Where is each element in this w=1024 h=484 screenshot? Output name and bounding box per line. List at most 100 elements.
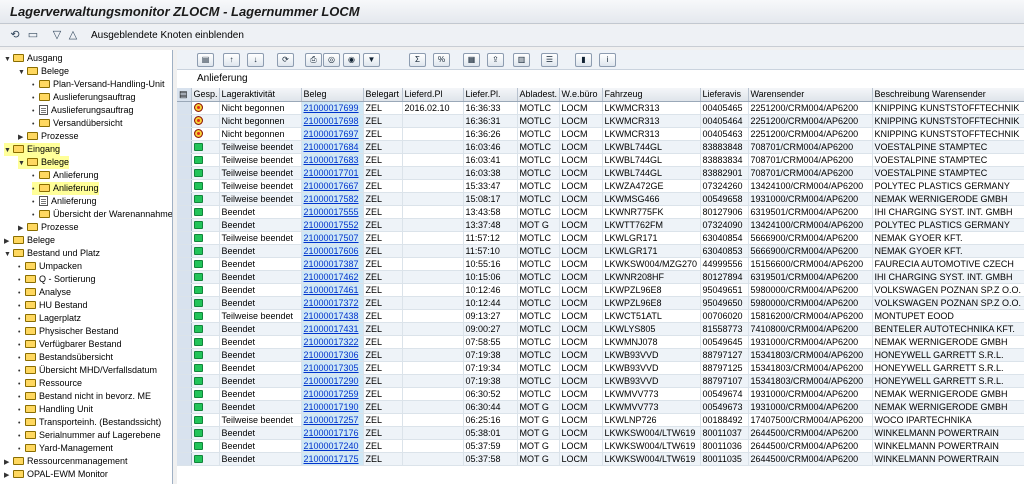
tree-node[interactable]: • Transporteinh. (Bestandssicht)	[18, 416, 161, 429]
row-selector[interactable]	[177, 374, 192, 388]
filter-icon[interactable]: ▽	[50, 29, 64, 42]
column-header[interactable]: Gesp.	[191, 88, 220, 102]
column-header[interactable]: Warensender	[748, 88, 873, 102]
table-row[interactable]: Beendet 21000017175 ZEL 05:37:58 MOT G LOCM LK…	[177, 452, 1024, 466]
document-link[interactable]: 21000017582	[301, 192, 364, 206]
row-selector[interactable]	[177, 426, 192, 440]
document-link[interactable]: 21000017667	[301, 179, 364, 193]
find-icon[interactable]: ◎	[323, 53, 340, 67]
table-row[interactable]: Beendet 21000017190 ZEL 06:30:44 MOT G LOCM LK…	[177, 400, 1024, 414]
expand-down-icon[interactable]: ▼	[18, 66, 27, 79]
tree-node[interactable]: ▼ Bestand und Platz	[4, 247, 100, 260]
tree-node[interactable]: ▶ Belege	[4, 234, 55, 247]
tree-node[interactable]: • Serialnummer auf Lagerebene	[18, 429, 161, 442]
table-row[interactable]: Teilweise beendet 21000017507 ZEL 11:57:12 M…	[177, 231, 1024, 245]
document-link[interactable]: 21000017175	[301, 452, 364, 466]
table-row[interactable]: Beendet 21000017555 ZEL 13:43:58 MOTLC LOCM LK…	[177, 205, 1024, 219]
document-link[interactable]: 21000017431	[301, 322, 364, 336]
tree-node[interactable]: ▼ Belege	[18, 156, 70, 170]
row-selector[interactable]	[177, 413, 192, 427]
expand-down-icon[interactable]: ▼	[4, 53, 13, 66]
column-header[interactable]: Fahrzeug	[602, 88, 701, 102]
table-row[interactable]: Nicht begonnen 21000017697 ZEL 16:36:26 MOTL…	[177, 127, 1024, 141]
tree-node[interactable]: ▼ Belege	[18, 65, 69, 78]
show-hidden-nodes-button[interactable]: Ausgeblendete Knoten einblenden	[91, 30, 244, 41]
column-header[interactable]: Abladest.	[517, 88, 560, 102]
table-row[interactable]: Teilweise beendet 21000017701 ZEL 16:03:38 M…	[177, 166, 1024, 180]
tree-node[interactable]: • Umpacken	[18, 260, 82, 273]
tree-node[interactable]: ▼ Eingang	[4, 143, 61, 157]
tree-node[interactable]: ▶ Ressourcenmanagement	[4, 455, 128, 468]
tree-node[interactable]: • Physischer Bestand	[18, 325, 119, 338]
tree-node[interactable]: • HU Bestand	[18, 299, 88, 312]
column-header[interactable]: Liefer.Pl.	[463, 88, 518, 102]
document-link[interactable]: 21000017461	[301, 283, 364, 297]
select-all-icon[interactable]: ▤	[177, 88, 192, 102]
document-link[interactable]: 21000017438	[301, 309, 364, 323]
row-selector[interactable]	[177, 205, 192, 219]
expand-down-icon[interactable]: ▼	[4, 144, 13, 157]
table-row[interactable]: Beendet 21000017305 ZEL 07:19:34 MOTLC LOCM LK…	[177, 361, 1024, 375]
table-row[interactable]: Teilweise beendet 21000017667 ZEL 15:33:47 M…	[177, 179, 1024, 193]
document-link[interactable]: 21000017290	[301, 374, 364, 388]
find-next-icon[interactable]: ◉	[343, 53, 360, 67]
row-selector[interactable]	[177, 309, 192, 323]
document-link[interactable]: 21000017698	[301, 114, 364, 128]
row-selector[interactable]	[177, 322, 192, 336]
column-header[interactable]: Lageraktivität	[219, 88, 302, 102]
tree-node[interactable]: • Verfügbarer Bestand	[18, 338, 122, 351]
document-link[interactable]: 21000017240	[301, 439, 364, 453]
sort-descending-icon[interactable]: ↓	[247, 53, 264, 67]
document-link[interactable]: 21000017176	[301, 426, 364, 440]
row-selector[interactable]	[177, 387, 192, 401]
row-selector[interactable]	[177, 296, 192, 310]
tree-node[interactable]: • Q - Sortierung	[18, 273, 96, 286]
export-icon[interactable]: ⇪	[487, 53, 504, 67]
column-header[interactable]: Lieferd.Pl	[402, 88, 464, 102]
column-header[interactable]: W.e.büro	[559, 88, 603, 102]
layout-icon[interactable]: ▭	[26, 29, 40, 42]
tree-node[interactable]: • Versandübersicht	[32, 117, 123, 130]
sum-icon[interactable]: Σ	[409, 53, 426, 67]
tree-node[interactable]: • Yard-Management	[18, 442, 113, 455]
table-row[interactable]: Beendet 21000017462 ZEL 10:15:06 MOTLC LOCM LK…	[177, 270, 1024, 284]
tree-node[interactable]: • Ressource	[18, 377, 82, 390]
table-row[interactable]: Teilweise beendet 21000017582 ZEL 15:08:17 M…	[177, 192, 1024, 206]
document-link[interactable]: 21000017462	[301, 270, 364, 284]
tree-node[interactable]: • Bestand nicht in bevorz. ME	[18, 390, 151, 403]
document-link[interactable]: 21000017322	[301, 335, 364, 349]
tree-node[interactable]: ▼ Ausgang	[4, 52, 63, 65]
layout-icon[interactable]: ▥	[513, 53, 530, 67]
table-row[interactable]: Nicht begonnen 21000017698 ZEL 16:36:31 MOTL…	[177, 114, 1024, 128]
expand-down-icon[interactable]: ▼	[4, 248, 13, 261]
row-selector[interactable]	[177, 153, 192, 167]
graphic-icon[interactable]: ▮	[575, 53, 592, 67]
column-header[interactable]: Beleg	[301, 88, 364, 102]
column-header[interactable]: Belegart	[363, 88, 403, 102]
column-header[interactable]: Beschreibung Warensender	[872, 88, 1024, 102]
document-link[interactable]: 21000017507	[301, 231, 364, 245]
sort-ascending-icon[interactable]: ↑	[223, 53, 240, 67]
row-selector[interactable]	[177, 335, 192, 349]
table-row[interactable]: Teilweise beendet 21000017683 ZEL 16:03:41 M…	[177, 153, 1024, 167]
table-row[interactable]: Beendet 21000017176 ZEL 05:38:01 MOT G LOCM LK…	[177, 426, 1024, 440]
tree-node[interactable]: • Handling Unit	[18, 403, 93, 416]
refresh-icon[interactable]: ⟲	[8, 29, 22, 42]
row-selector[interactable]	[177, 166, 192, 180]
row-selector[interactable]	[177, 400, 192, 414]
row-selector[interactable]	[177, 179, 192, 193]
table-row[interactable]: Beendet 21000017372 ZEL 10:12:44 MOTLC LOCM LK…	[177, 296, 1024, 310]
row-selector[interactable]	[177, 140, 192, 154]
row-selector[interactable]	[177, 218, 192, 232]
filter-icon[interactable]: ▼	[363, 53, 380, 67]
tree-node[interactable]: • Anlieferung	[32, 169, 99, 182]
tree-node[interactable]: • Auslieferungsauftrag	[32, 91, 136, 104]
row-selector[interactable]	[177, 244, 192, 258]
expand-down-icon[interactable]: ▼	[18, 157, 27, 170]
refresh-icon[interactable]: ⟳	[277, 53, 294, 67]
document-link[interactable]: 21000017697	[301, 127, 364, 141]
table-row[interactable]: Beendet 21000017387 ZEL 10:55:16 MOTLC LOCM LK…	[177, 257, 1024, 271]
row-selector[interactable]	[177, 192, 192, 206]
document-link[interactable]: 21000017699	[301, 101, 364, 115]
row-selector[interactable]	[177, 257, 192, 271]
